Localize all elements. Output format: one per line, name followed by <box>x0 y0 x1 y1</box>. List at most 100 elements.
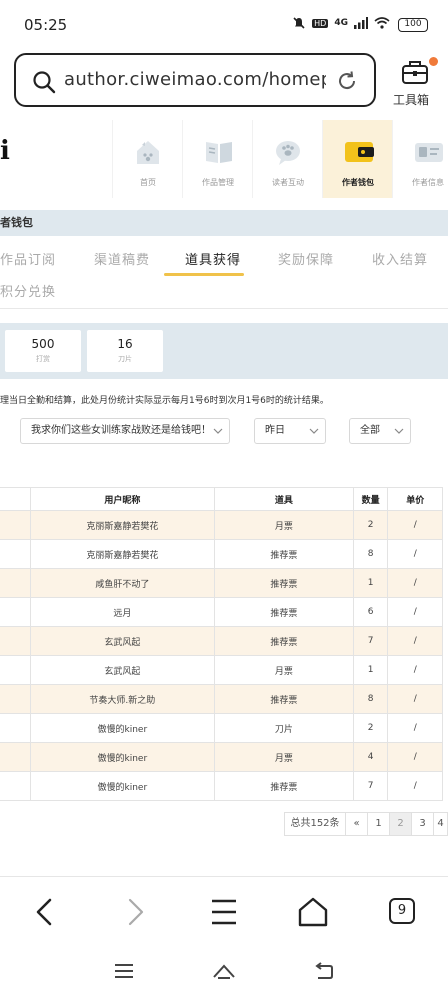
nav-item-readers[interactable]: 读者互动 <box>252 120 322 198</box>
cell-quantity: 2 <box>352 510 389 540</box>
type-select[interactable]: 全部 <box>349 418 411 444</box>
cell-quantity: 8 <box>352 684 389 714</box>
cell-quantity: 1 <box>352 655 389 685</box>
table-row: 节奏大师.新之助 推荐票 8/ <box>0 684 443 714</box>
paw-chat-icon <box>276 141 300 165</box>
cell-username: 节奏大师.新之助 <box>29 684 216 714</box>
nav-item-wallet[interactable]: 作者钱包 <box>322 120 392 198</box>
cell-price: / <box>387 597 443 627</box>
tab-income-settlement[interactable]: 收入结算 <box>372 249 428 268</box>
cell-username: 玄武风起 <box>29 655 216 685</box>
tab-points-exchange[interactable]: 积分兑换 <box>0 281 56 300</box>
site-logo[interactable]: i <box>0 136 10 166</box>
cell-price: / <box>387 742 443 772</box>
pagination-page[interactable]: 3 <box>411 812 434 836</box>
table-row: 克丽斯嘉静若樊花 月票 2/ <box>0 510 443 540</box>
system-back-icon[interactable] <box>312 962 334 980</box>
back-icon[interactable] <box>26 895 66 929</box>
menu-icon[interactable] <box>204 895 244 929</box>
cell-username: 玄武风起 <box>29 626 216 656</box>
cell-price: / <box>387 539 443 569</box>
table-row: 傲慢的kiner 月票 4/ <box>0 742 443 772</box>
pagination-page[interactable]: 4 <box>433 812 448 836</box>
wallet-icon <box>345 142 374 162</box>
cell-price: / <box>387 771 443 801</box>
cell-quantity: 8 <box>352 539 389 569</box>
book-select[interactable]: 我求你们这些女训练家战败还是给钱吧！ <box>20 418 230 444</box>
home-icon <box>137 141 159 164</box>
cell-username: 傲慢的kiner <box>29 713 216 743</box>
toolbox-label: 工具箱 <box>393 93 430 107</box>
url-text[interactable]: author.ciweimao.com/homepa⋯ <box>64 69 326 90</box>
nav-label: 作者钱包 <box>342 178 374 187</box>
cell-quantity: 4 <box>352 742 389 772</box>
cell-item: 月票 <box>214 655 354 685</box>
signal-icon <box>354 17 368 29</box>
table-row: 玄武风起 月票 1/ <box>0 655 443 685</box>
notification-dot <box>429 57 438 66</box>
cell-price: / <box>387 626 443 656</box>
nav-item-profile[interactable]: 作者信息 <box>392 120 448 198</box>
mute-icon <box>293 17 305 29</box>
system-home-icon[interactable] <box>212 962 236 980</box>
table-header-row: 用户昵称 道具 数量 单价 <box>0 487 443 511</box>
cell-item: 推荐票 <box>214 568 354 598</box>
cell-quantity: 2 <box>352 713 389 743</box>
table-row: 玄武风起 推荐票 7/ <box>0 626 443 656</box>
cell-username: 傲慢的kiner <box>29 771 216 801</box>
period-select-value: 昨日 <box>265 425 285 436</box>
stat-value: 500 <box>31 337 55 351</box>
home-icon[interactable] <box>293 895 333 929</box>
pagination-total: 总共152条 <box>284 812 346 836</box>
nav-label: 读者互动 <box>272 178 304 187</box>
pagination-prev[interactable]: « <box>345 812 368 836</box>
tab-subscriptions[interactable]: 作品订阅 <box>0 249 56 268</box>
battery-indicator: 100 <box>398 18 428 32</box>
toolbox-icon <box>402 61 428 84</box>
nav-item-works[interactable]: 作品管理 <box>182 120 252 198</box>
cell-username: 克丽斯嘉静若樊花 <box>29 510 216 540</box>
items-table: 用户昵称 道具 数量 单价 克丽斯嘉静若樊花 月票 2/ 克丽斯嘉静若樊花 推荐票 8/… <box>0 487 443 801</box>
cell-item: 月票 <box>214 510 354 540</box>
cell-item: 推荐票 <box>214 626 354 656</box>
tab-items-received[interactable]: 道具获得 <box>185 249 241 268</box>
nav-label: 作者信息 <box>412 178 444 187</box>
cell-username: 傲慢的kiner <box>29 742 216 772</box>
address-bar[interactable]: author.ciweimao.com/homepa⋯ <box>14 53 376 107</box>
table-header: 单价 <box>387 487 443 511</box>
tab-rewards[interactable]: 奖励保障 <box>278 249 334 268</box>
stat-card-tips: 500 打赏 <box>5 330 81 372</box>
nav-label: 作品管理 <box>202 178 234 187</box>
pagination-page[interactable]: 1 <box>367 812 390 836</box>
divider <box>0 308 448 309</box>
cell-price: / <box>387 655 443 685</box>
wifi-icon <box>374 17 390 29</box>
table-header <box>0 487 31 511</box>
stat-value: 16 <box>117 337 133 351</box>
cell-item: 推荐票 <box>214 684 354 714</box>
cell-price: / <box>387 510 443 540</box>
recent-apps-icon[interactable] <box>114 962 134 980</box>
table-header: 道具 <box>214 487 354 511</box>
network-label: 4G <box>334 18 348 28</box>
cell-item: 推荐票 <box>214 539 354 569</box>
table-row: 傲慢的kiner 推荐票 7/ <box>0 771 443 801</box>
section-title: 者钱包 <box>0 210 448 236</box>
refresh-icon[interactable] <box>336 70 358 92</box>
toolbox-button[interactable]: 工具箱 <box>393 57 438 107</box>
hd-icon: HD <box>312 18 329 28</box>
tabs-button[interactable]: 9 <box>389 898 415 924</box>
nav-item-home[interactable]: 首页 <box>112 120 182 198</box>
pagination-page-current[interactable]: 2 <box>389 812 412 836</box>
cell-quantity: 1 <box>352 568 389 598</box>
forward-icon[interactable] <box>114 895 154 929</box>
cell-quantity: 7 <box>352 771 389 801</box>
table-row: 咸鱼肝不动了 推荐票 1/ <box>0 568 443 598</box>
cell-price: / <box>387 713 443 743</box>
chevron-down-icon <box>213 428 223 434</box>
table-header: 数量 <box>352 487 389 511</box>
stat-caption: 打赏 <box>36 355 50 363</box>
status-time: 05:25 <box>24 16 68 34</box>
period-select[interactable]: 昨日 <box>254 418 326 444</box>
tab-channel-fees[interactable]: 渠道稿费 <box>94 249 150 268</box>
